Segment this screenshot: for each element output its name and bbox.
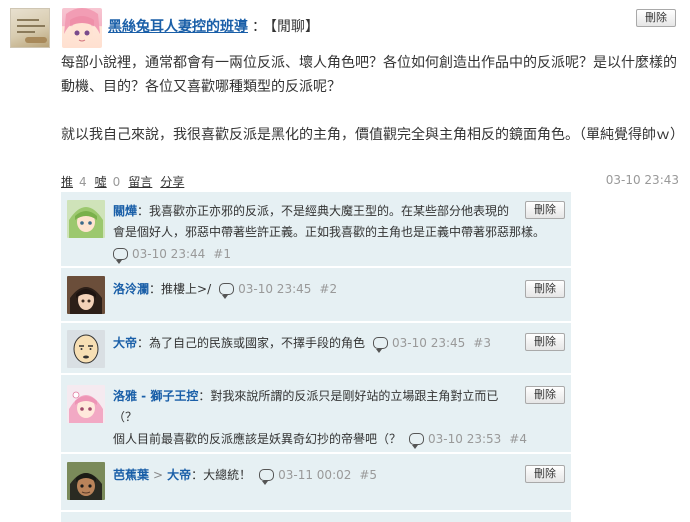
author-avatar[interactable] bbox=[62, 8, 102, 48]
comment-list: 關燁：我喜歡亦正亦邪的反派，不是經典大魔王型的。在某些部分他表現的 會是個好人，… bbox=[61, 192, 571, 522]
boo-count: 0 bbox=[112, 175, 121, 189]
comment-content: 個人目前最喜歡的反派應該是妖異奇幻抄的帝譽吧（？ bbox=[113, 432, 402, 446]
commenter-avatar[interactable] bbox=[67, 330, 105, 368]
comment-text: 關燁：我喜歡亦正亦邪的反派，不是經典大魔王型的。在某些部分他表現的 bbox=[113, 200, 509, 222]
post-time: 03-10 23:43 bbox=[605, 173, 679, 187]
comment-item: 洛雅 - 獅子王控：對我來說所謂的反派只是剛好站的立場跟主角對立而已 （？ 個人… bbox=[61, 375, 571, 454]
comment-content: （？ bbox=[113, 410, 138, 424]
comment-floor: #3 bbox=[473, 336, 491, 350]
commenter-avatar[interactable] bbox=[67, 385, 105, 423]
comment-text: 芭蕉葉 > 大帝：大總統！ 03-11 00:02 #5 bbox=[113, 464, 377, 486]
share-link[interactable]: 分享 bbox=[160, 175, 184, 189]
comment-text: 洛雅 - 獅子王控：對我來說所謂的反派只是剛好站的立場跟主角對立而已 bbox=[113, 385, 498, 407]
comment-item: 洛泠瀾：推樓上>/ 03-10 23:45 #2 刪除 bbox=[61, 268, 571, 323]
comment-text: 大帝：為了自己的民族或國家，不擇手段的角色 03-10 23:45 #3 bbox=[113, 332, 491, 354]
post-paragraph: 每部小說裡，通常都會有一兩位反派、壞人角色吧？各位如何創造出作品中的反派呢？是以… bbox=[61, 55, 677, 95]
reply-bubble-icon[interactable] bbox=[373, 337, 389, 353]
comment-text: （？ bbox=[113, 406, 137, 428]
push-count: 4 bbox=[79, 175, 87, 189]
reply-arrow: > bbox=[153, 468, 164, 482]
comment-content: ：推樓上>/ bbox=[149, 282, 212, 296]
comment-delete-button[interactable]: 刪除 bbox=[525, 333, 565, 351]
reply-to-name[interactable]: 大帝 bbox=[167, 468, 191, 482]
commenter-name[interactable]: 大帝 bbox=[113, 336, 137, 350]
reply-bubble-icon[interactable] bbox=[219, 283, 235, 299]
comment-floor: #4 bbox=[509, 432, 527, 446]
comment-delete-button[interactable]: 刪除 bbox=[525, 465, 565, 483]
comment-content: ：我喜歡亦正亦邪的反派，不是經典大魔王型的。在某些部分他表現的 bbox=[137, 204, 510, 218]
comment-floor: #2 bbox=[319, 282, 338, 296]
commenter-name[interactable]: 芭蕉葉 bbox=[113, 468, 149, 482]
author-name-link[interactable]: 黑絲兔耳人妻控的班導 bbox=[108, 19, 248, 35]
commenter-name[interactable]: 洛雅 - 獅子王控 bbox=[113, 389, 198, 403]
comment-floor: #1 bbox=[213, 247, 231, 261]
title-separator: ： bbox=[252, 19, 266, 35]
comment-text: 洛泠瀾：推樓上>/ 03-10 23:45 #2 bbox=[113, 278, 337, 300]
post-title: 黑絲兔耳人妻控的班導：【閒聊】 bbox=[108, 16, 319, 36]
comment-time: 03-10 23:45 bbox=[238, 282, 312, 296]
comment-meta: 03-10 23:44 #1 bbox=[113, 243, 231, 265]
post-actions: 推 4 噓 0 留言 分享 bbox=[61, 173, 184, 190]
commenter-name[interactable]: 洛泠瀾 bbox=[113, 282, 149, 296]
comment-content: ：大總統！ bbox=[191, 468, 252, 482]
reply-link[interactable]: 留言 bbox=[128, 175, 152, 189]
comment-time: 03-10 23:45 bbox=[392, 336, 466, 350]
comment-content: ：對我來說所謂的反派只是剛好站的立場跟主角對立而已 bbox=[198, 389, 499, 403]
reply-bubble-icon[interactable] bbox=[259, 469, 275, 485]
commenter-avatar[interactable] bbox=[67, 276, 105, 314]
reply-bubble-icon[interactable] bbox=[113, 248, 128, 264]
push-link[interactable]: 推 bbox=[61, 175, 73, 189]
commenter-avatar[interactable] bbox=[67, 462, 105, 500]
comment-item: 關燁：我喜歡亦正亦邪的反派，不是經典大魔王型的。在某些部分他表現的 會是個好人，… bbox=[61, 192, 571, 268]
board-thumbnail[interactable] bbox=[10, 8, 50, 48]
reply-bubble-icon[interactable] bbox=[409, 433, 425, 449]
comment-time: 03-10 23:53 bbox=[428, 432, 502, 446]
post-body: 每部小說裡，通常都會有一兩位反派、壞人角色吧？各位如何創造出作品中的反派呢？是以… bbox=[61, 51, 684, 147]
post-paragraph: 就以我自己來說，我很喜歡反派是黑化的主角，價值觀完全與主角相反的鏡面角色。（單純… bbox=[61, 127, 684, 143]
comment-delete-button[interactable]: 刪除 bbox=[525, 201, 565, 219]
commenter-avatar[interactable] bbox=[67, 200, 105, 238]
comment-content: ：為了自己的民族或國家，不擇手段的角色 bbox=[137, 336, 366, 350]
comment-floor: #5 bbox=[359, 468, 378, 482]
comment-delete-button[interactable]: 刪除 bbox=[525, 280, 565, 298]
comment-text: 會是個好人，邪惡中帶著些許正義。正如我喜歡的主角也是正義中帶著邪惡那樣。 bbox=[113, 221, 545, 243]
comment-text: 個人目前最喜歡的反派應該是妖異奇幻抄的帝譽吧（？ 03-10 23:53 #4 bbox=[113, 428, 527, 450]
comment-delete-button[interactable]: 刪除 bbox=[525, 386, 565, 404]
comment-item: 芭蕉葉 > 大帝：大總統！ 03-11 00:02 #5 刪除 bbox=[61, 454, 571, 512]
comment-time: 03-11 00:02 bbox=[278, 468, 352, 482]
post-topic-tag: 【閒聊】 bbox=[270, 19, 319, 35]
comment-time: 03-10 23:44 bbox=[132, 247, 206, 261]
boo-link[interactable]: 噓 bbox=[95, 175, 107, 189]
post-delete-button[interactable]: 刪除 bbox=[636, 9, 676, 27]
comment-content: 會是個好人，邪惡中帶著些許正義。正如我喜歡的主角也是正義中帶著邪惡那樣。 bbox=[113, 225, 546, 239]
comment-item: 大帝：為了自己的民族或國家，不擇手段的角色 03-10 23:45 #3 刪除 bbox=[61, 323, 571, 375]
commenter-name[interactable]: 關燁 bbox=[113, 204, 137, 218]
